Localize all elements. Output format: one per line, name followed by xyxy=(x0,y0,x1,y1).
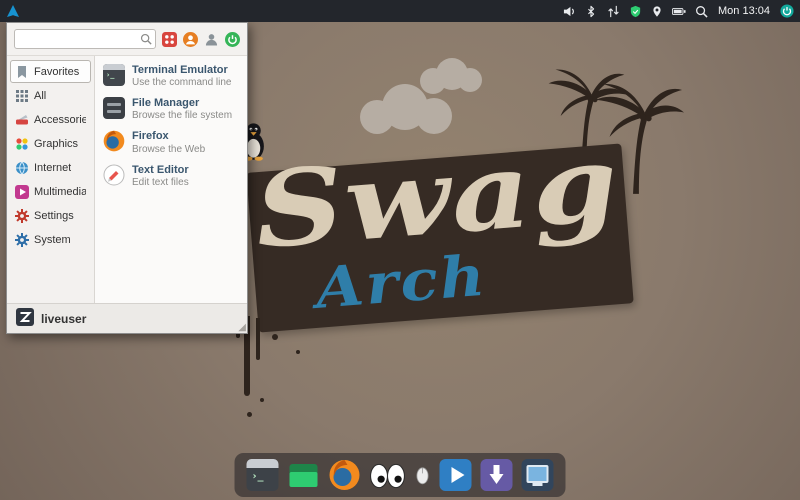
app-subtitle: Edit text files xyxy=(132,177,189,189)
category-all[interactable]: All xyxy=(10,84,91,107)
desktop: Swag Arch xyxy=(0,0,800,500)
app-firefox[interactable]: Firefox Browse the Web xyxy=(99,127,243,158)
category-accessories[interactable]: Accessories xyxy=(10,108,91,131)
bookmark-icon xyxy=(15,65,29,79)
package-installer-icon[interactable] xyxy=(481,459,513,491)
app-title: Text Editor xyxy=(132,164,189,177)
utility-knife-icon xyxy=(15,113,29,127)
app-list: Terminal Emulator Use the command line F… xyxy=(95,56,247,303)
dock xyxy=(235,453,566,497)
panel-clock[interactable]: Mon 13:04 xyxy=(716,5,772,17)
app-title: Terminal Emulator xyxy=(132,64,232,77)
location-icon[interactable] xyxy=(650,4,664,18)
search-icon xyxy=(140,33,152,48)
gear-blue-icon xyxy=(15,233,29,247)
terminal-icon[interactable] xyxy=(247,459,279,491)
paint-splatter xyxy=(247,412,252,417)
bluetooth-icon[interactable] xyxy=(584,4,598,18)
app-subtitle: Browse the file system xyxy=(132,110,232,122)
volume-icon[interactable] xyxy=(562,4,576,18)
category-list: Favorites All Accessories Graphics xyxy=(7,56,95,303)
resize-grip[interactable] xyxy=(238,323,246,333)
app-title: File Manager xyxy=(132,97,232,110)
paint-splatter xyxy=(272,334,278,340)
paint-drip xyxy=(256,318,260,360)
network-icon[interactable] xyxy=(606,4,620,18)
arch-menu-logo-icon[interactable] xyxy=(6,4,20,18)
text-editor-icon xyxy=(103,164,125,186)
battery-icon[interactable] xyxy=(672,4,686,18)
eyes-icon[interactable] xyxy=(370,459,406,491)
menu-header xyxy=(7,23,247,55)
category-graphics[interactable]: Graphics xyxy=(10,132,91,155)
file-manager-icon xyxy=(103,97,125,119)
search-input[interactable] xyxy=(14,29,156,49)
username-label: liveuser xyxy=(41,312,86,326)
video-player-icon[interactable] xyxy=(440,459,472,491)
switch-user-icon[interactable] xyxy=(204,32,219,47)
media-play-icon xyxy=(15,185,29,199)
cloud-large xyxy=(360,82,460,134)
file-manager-icon[interactable] xyxy=(288,459,320,491)
firefox-icon xyxy=(103,130,125,152)
grid-red-icon[interactable] xyxy=(162,32,177,47)
wallpaper-subtitle: Arch xyxy=(313,243,489,322)
user-avatar xyxy=(16,308,34,329)
app-title: Firefox xyxy=(132,130,205,143)
search-icon[interactable] xyxy=(694,4,708,18)
app-text-editor[interactable]: Text Editor Edit text files xyxy=(99,161,243,192)
category-favorites[interactable]: Favorites xyxy=(10,60,91,83)
search-box xyxy=(14,29,156,49)
menu-footer: liveuser xyxy=(7,303,247,333)
shield-icon[interactable] xyxy=(628,4,642,18)
terminal-icon xyxy=(103,64,125,86)
category-internet[interactable]: Internet xyxy=(10,156,91,179)
power-icon[interactable] xyxy=(780,4,794,18)
application-menu: Favorites All Accessories Graphics xyxy=(6,22,248,334)
app-subtitle: Use the command line xyxy=(132,77,232,89)
user-orange-icon[interactable] xyxy=(183,32,198,47)
firefox-icon[interactable] xyxy=(329,459,361,491)
app-terminal-emulator[interactable]: Terminal Emulator Use the command line xyxy=(99,61,243,92)
paint-splatter xyxy=(296,350,300,354)
app-file-manager[interactable]: File Manager Browse the file system xyxy=(99,94,243,125)
category-settings[interactable]: Settings xyxy=(10,204,91,227)
grid-icon xyxy=(15,89,29,103)
gear-red-icon xyxy=(15,209,29,223)
category-system[interactable]: System xyxy=(10,228,91,251)
palette-icon xyxy=(15,137,29,151)
top-panel: Mon 13:04 xyxy=(0,0,800,22)
globe-icon xyxy=(15,161,29,175)
wallpaper-banner: Swag Arch xyxy=(246,143,633,332)
logout-green-icon[interactable] xyxy=(225,32,240,47)
category-multimedia[interactable]: Multimedia xyxy=(10,180,91,203)
paint-splatter xyxy=(260,398,264,402)
app-subtitle: Browse the Web xyxy=(132,144,205,156)
mouse-icon[interactable] xyxy=(415,465,431,485)
display-settings-icon[interactable] xyxy=(522,459,554,491)
